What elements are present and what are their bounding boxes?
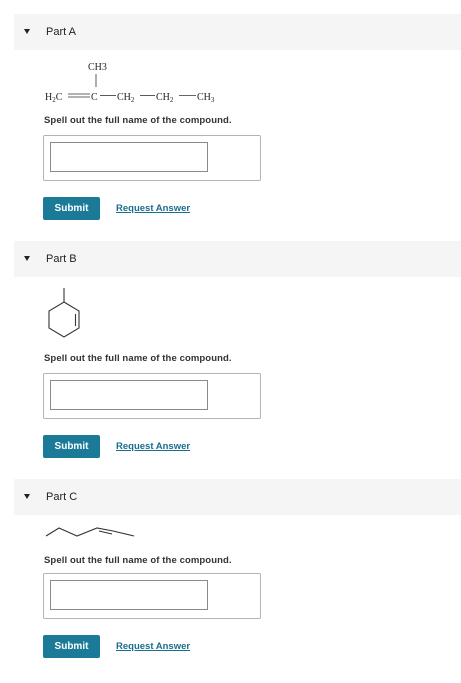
part-b-structure	[48, 288, 80, 338]
caret-down-icon[interactable]	[24, 494, 30, 499]
part-c-answer-input[interactable]	[50, 580, 208, 610]
part-b-answer-input[interactable]	[50, 380, 208, 410]
part-c-submit-button[interactable]: Submit	[43, 635, 100, 658]
part-a-submit-button[interactable]: Submit	[43, 197, 100, 220]
part-c-request-answer-link[interactable]: Request Answer	[116, 635, 190, 658]
part-c-title: Part C	[46, 491, 78, 503]
part-c-structure	[45, 527, 135, 537]
struct-a-ch2-2: CH2	[156, 92, 174, 104]
part-a-request-answer-link[interactable]: Request Answer	[116, 197, 190, 220]
part-a-answer-input[interactable]	[50, 142, 208, 172]
part-a-title: Part A	[46, 26, 76, 38]
part-a-answer-panel	[43, 135, 261, 181]
caret-down-icon[interactable]	[24, 256, 30, 261]
struct-c-chain	[45, 527, 135, 537]
struct-a-ch2-1: CH2	[117, 92, 135, 104]
part-c-header[interactable]: Part C	[14, 479, 461, 515]
caret-down-icon[interactable]	[24, 29, 30, 34]
struct-a-ch3-end: CH3	[197, 92, 215, 104]
part-b-header[interactable]: Part B	[14, 241, 461, 277]
struct-a-h2c: H2C	[45, 92, 63, 104]
part-a-structure: CH3 H2C C CH2 CH2 CH3	[45, 62, 215, 104]
struct-a-c: C	[91, 92, 98, 103]
part-b-answer-panel	[43, 373, 261, 419]
part-a-prompt: Spell out the full name of the compound.	[44, 115, 232, 126]
struct-a-ch3-top: CH3	[88, 62, 107, 73]
part-b-submit-button[interactable]: Submit	[43, 435, 100, 458]
part-b-request-answer-link[interactable]: Request Answer	[116, 435, 190, 458]
part-a-header[interactable]: Part A	[14, 14, 461, 50]
part-c-prompt: Spell out the full name of the compound.	[44, 555, 232, 566]
part-c-answer-panel	[43, 573, 261, 619]
struct-b-ring	[48, 301, 80, 338]
part-b-title: Part B	[46, 253, 77, 265]
part-b-prompt: Spell out the full name of the compound.	[44, 353, 232, 364]
